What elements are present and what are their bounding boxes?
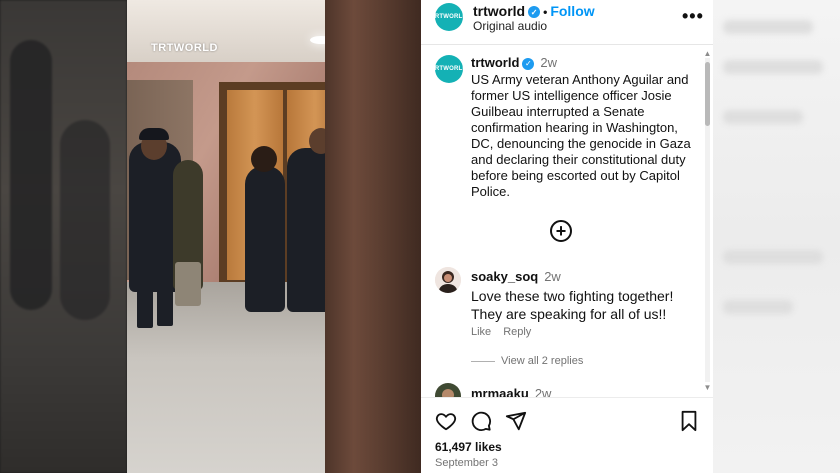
blurred-text (723, 110, 803, 124)
comments-scrollbar[interactable]: ▲ ▼ (703, 50, 712, 392)
comment-actions: Like Reply (471, 326, 543, 338)
bookmark-icon[interactable] (679, 410, 699, 432)
blurred-text (723, 250, 823, 264)
avatar-logo-text: TRTWORLD (431, 14, 467, 20)
load-more-comments-icon[interactable]: + (550, 220, 572, 242)
blurred-figure (10, 40, 52, 310)
verified-badge-icon: ✓ (528, 6, 541, 19)
post-footer: 61,497 likes September 3 (421, 397, 713, 473)
author-username[interactable]: trtworld (473, 3, 525, 19)
commenter-avatar[interactable] (435, 267, 461, 293)
avatar-logo-text: TRTWORLD (431, 66, 467, 72)
view-replies-button[interactable]: View all 2 replies (471, 355, 583, 367)
post-sidebar: TRTWORLD trtworld ✓ • Follow Original audio… (421, 0, 713, 473)
caption-time[interactable]: 2w (540, 55, 557, 70)
comment-icon[interactable] (470, 410, 492, 432)
instagram-post-viewer: TRTWORLD TRTWORLD trtworld ✓ • Follow Origi… (0, 0, 840, 473)
comment-like-button[interactable]: Like (471, 326, 491, 338)
comment-time[interactable]: 2w (535, 386, 552, 397)
comment-reply-button[interactable]: Reply (503, 326, 531, 338)
author-username-row: trtworld ✓ • Follow (473, 3, 595, 19)
video-watermark: TRTWORLD (151, 42, 218, 54)
officer-leg (137, 290, 153, 328)
scroll-down-arrow-icon[interactable]: ▼ (703, 384, 712, 392)
heart-icon[interactable] (435, 410, 457, 432)
blurred-figure (60, 120, 110, 320)
scroll-up-arrow-icon[interactable]: ▲ (703, 50, 712, 58)
comment-username[interactable]: mrmaaku (471, 386, 529, 397)
detained-man-legs (175, 262, 201, 306)
author-avatar[interactable]: TRTWORLD (431, 3, 467, 31)
comment-username[interactable]: soaky_soq (471, 269, 538, 284)
blurred-background-left (0, 0, 127, 473)
scrollbar-thumb[interactable] (705, 62, 710, 126)
caption-text: US Army veteran Anthony Aguilar and form… (471, 72, 691, 199)
caption-author-avatar[interactable]: TRTWORLD (431, 55, 467, 83)
person-avatar-icon (435, 383, 461, 397)
detained-woman-figure (245, 166, 285, 312)
audio-subtitle[interactable]: Original audio (473, 19, 547, 33)
follow-button[interactable]: Follow (550, 3, 594, 19)
comment-time[interactable]: 2w (544, 269, 561, 284)
marble-pillar (325, 0, 421, 473)
post-caption: trtworld ✓ 2w US Army veteran Anthony Agui… (471, 55, 703, 200)
comment: soaky_soq 2w Love these two fighting toge… (471, 267, 703, 323)
blurred-background-right (713, 0, 840, 473)
post-video[interactable]: TRTWORLD (127, 0, 421, 473)
caption-username[interactable]: trtworld (471, 55, 519, 70)
verified-badge-icon: ✓ (522, 57, 535, 70)
commenter-avatar[interactable] (435, 383, 461, 397)
person-avatar-icon (435, 267, 461, 293)
officer-leg (157, 290, 173, 326)
detained-woman-head (251, 146, 277, 172)
replies-divider (471, 360, 495, 362)
comment: mrmaaku 2w (471, 384, 703, 397)
view-replies-label: View all 2 replies (501, 355, 584, 367)
post-header: TRTWORLD trtworld ✓ • Follow Original audio… (421, 0, 713, 45)
blurred-text (723, 60, 823, 74)
blurred-text (723, 20, 813, 34)
comment-text: Love these two fighting together! They a… (471, 288, 674, 322)
more-options-icon[interactable]: ••• (682, 6, 704, 27)
share-icon[interactable] (505, 410, 527, 432)
blurred-text (723, 300, 793, 314)
officer-cap (139, 128, 169, 140)
likes-count[interactable]: 61,497 likes (435, 440, 502, 454)
comments-scroll-area[interactable]: TRTWORLD trtworld ✓ 2w US Army veteran Ant… (421, 45, 713, 397)
separator-dot: • (543, 5, 548, 19)
post-date[interactable]: September 3 (435, 457, 498, 469)
